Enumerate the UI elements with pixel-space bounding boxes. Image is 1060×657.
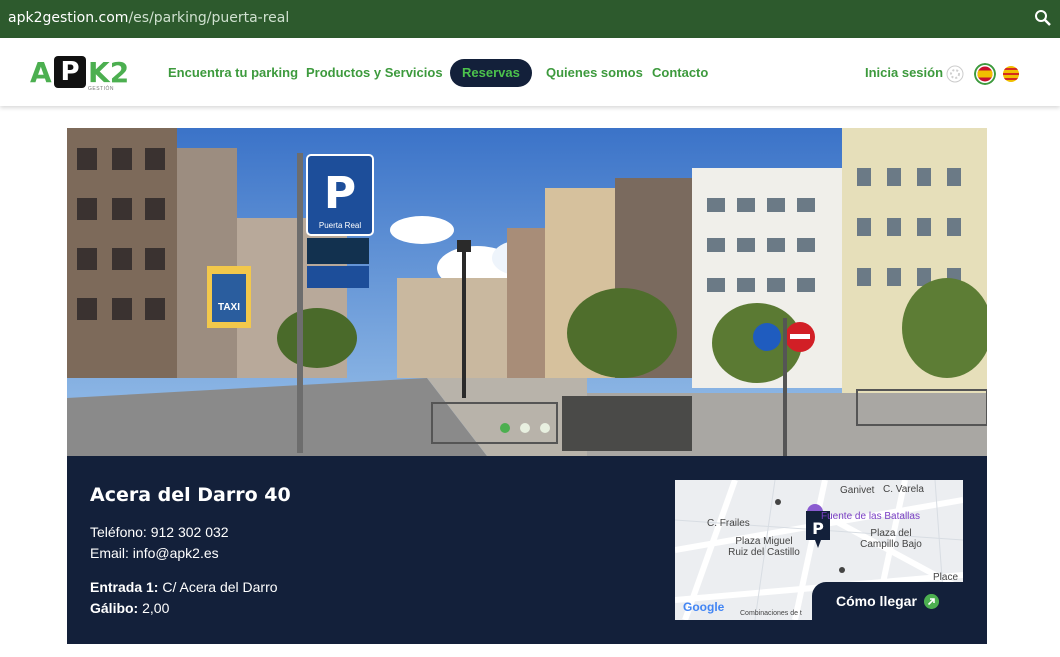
- arrow-up-right-icon: [924, 594, 939, 609]
- nav-productos[interactable]: Productos y Servicios: [306, 59, 443, 87]
- map-label-varela: C. Varela: [883, 484, 924, 495]
- search-icon[interactable]: [1034, 9, 1052, 27]
- url-text[interactable]: apk2gestion.com/es/parking/puerta-real: [8, 10, 289, 26]
- carousel-dot-2[interactable]: [520, 423, 530, 433]
- nav-encuentra[interactable]: Encuentra tu parking: [168, 59, 298, 87]
- es-flag-icon[interactable]: [974, 63, 996, 85]
- phone-link[interactable]: 912 302 032: [151, 524, 229, 540]
- apk2-logo[interactable]: A P K2 GESTIÓN: [30, 56, 130, 92]
- map-label-frailes: C. Frailes: [707, 518, 750, 529]
- en-icon[interactable]: [946, 65, 964, 83]
- ca-flag-icon[interactable]: [1002, 65, 1020, 83]
- parking-sign-name: Puerta Real: [319, 221, 361, 230]
- address-bar[interactable]: apk2gestion.com/es/parking/puerta-real: [0, 0, 1060, 38]
- nav-quienes[interactable]: Quienes somos: [546, 59, 643, 87]
- carousel-dot-3[interactable]: [540, 423, 550, 433]
- login-link[interactable]: Inicia sesión: [865, 59, 943, 87]
- parking-sign-letter: P: [324, 168, 356, 219]
- entrance-line: Entrada 1: C/ Acera del Darro: [90, 579, 278, 595]
- email-line: Email: info@apk2.es: [90, 545, 219, 561]
- phone-line: Teléfono: 912 302 032: [90, 524, 229, 540]
- map-label-ganivet: Ganivet: [840, 485, 875, 496]
- map-attribution: Combinaciones de t: [740, 610, 802, 617]
- site-header: A P K2 GESTIÓN Encuentra tu parking Prod…: [0, 38, 1060, 106]
- taxi-sign-text: TAXI: [218, 302, 240, 313]
- nav-reservas[interactable]: Reservas: [450, 59, 532, 87]
- parking-photo: P Puerta Real TAXI: [67, 128, 987, 456]
- nav-contacto[interactable]: Contacto: [652, 59, 708, 87]
- clearance-line: Gálibo: 2,00: [90, 600, 170, 616]
- parking-name: Acera del Darro 40: [90, 484, 291, 506]
- map-label-miguel: Plaza Miguel Ruiz del Castillo: [728, 536, 800, 558]
- directions-button[interactable]: Cómo llegar: [812, 582, 964, 620]
- directions-label: Cómo llegar: [836, 593, 917, 609]
- carousel-dot-1[interactable]: [500, 423, 510, 433]
- email-link[interactable]: info@apk2.es: [133, 545, 219, 561]
- google-logo: Google: [683, 600, 725, 614]
- map-label-fuente: Fuente de las Batallas: [821, 511, 920, 522]
- map-label-campillo: Plaza del Campillo Bajo: [860, 528, 922, 550]
